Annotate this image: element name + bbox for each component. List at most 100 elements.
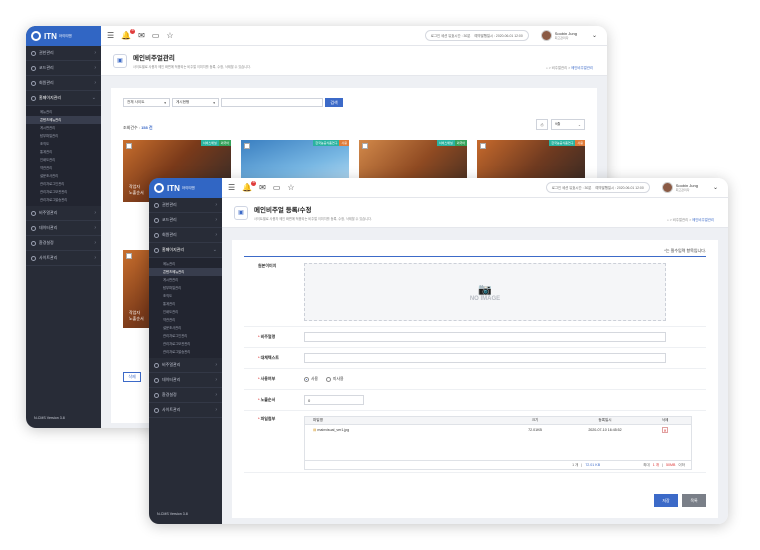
search-button[interactable]: 검색 xyxy=(325,98,343,107)
file-name[interactable]: ▤ mainvisual_ver1.jpg xyxy=(305,428,505,432)
sub-item-stats[interactable]: 통계관리 xyxy=(149,300,222,308)
hamburger-icon[interactable]: ☰ xyxy=(107,31,114,40)
sidebar-item-visual[interactable]: 비주얼관리 › xyxy=(26,206,101,221)
sub-item-board[interactable]: 게시판관리 xyxy=(149,276,222,284)
sub-item-attach[interactable]: 탐부파일관리 xyxy=(26,132,101,140)
sidebar-item-visual[interactable]: 비주얼관리 › xyxy=(149,358,222,373)
thumb-checkbox[interactable] xyxy=(362,143,368,149)
sub-item-attach[interactable]: 탐부파일관리 xyxy=(149,284,222,292)
brand-sub: 아이티엔 xyxy=(181,185,195,190)
crumb-mid[interactable]: 비주얼관리 xyxy=(673,218,689,222)
sub-item-print[interactable]: 인쇄도관리 xyxy=(149,308,222,316)
sub-item-terms[interactable]: 약관관리 xyxy=(26,164,101,172)
sub-item-org[interactable]: 조직도 xyxy=(149,292,222,300)
version-text: N-CMS Version 3.8 xyxy=(157,512,188,516)
main-content: ▣ 메인비주얼 등록/수정 사이트별로 사용자 메인 화면에 적용되는 비주얼 … xyxy=(222,198,728,524)
sub-item-survey[interactable]: 설문조사관리 xyxy=(149,324,222,332)
sidebar-item-settings[interactable]: 환경설정 › xyxy=(149,388,222,403)
hamburger-icon[interactable]: ☰ xyxy=(228,183,235,192)
site-select[interactable]: 전체 사이트 ▾ xyxy=(123,98,170,107)
order-input[interactable]: 0 xyxy=(304,395,364,405)
brand-logo[interactable]: ITN 아이티엔 xyxy=(149,178,222,198)
chevron-right-icon: › xyxy=(215,202,217,208)
search-input[interactable] xyxy=(221,98,323,107)
sidebar-item-auth[interactable]: 권한관리 › xyxy=(26,46,101,61)
sidebar-item-site[interactable]: 사이트관리 › xyxy=(26,251,101,266)
sidebar-item-member[interactable]: 회원관리 › xyxy=(149,228,222,243)
sidebar-item-homepage[interactable]: 홈페이지관리 ⌄ xyxy=(26,91,101,106)
image-icon: ▣ xyxy=(113,53,127,68)
sidebar-item-settings[interactable]: 환경설정 › xyxy=(26,236,101,251)
chevron-right-icon: › xyxy=(215,362,217,368)
delete-icon[interactable]: ✕ xyxy=(662,427,668,433)
page-size-select[interactable]: 9줄 ⌄ xyxy=(551,119,585,130)
print-icon[interactable]: ⎙ xyxy=(536,119,548,130)
thumb-checkbox[interactable] xyxy=(480,143,486,149)
sub-item-print[interactable]: 인쇄도관리 xyxy=(26,156,101,164)
star-icon[interactable]: ☆ xyxy=(166,31,173,40)
alt-text-input[interactable] xyxy=(304,353,666,363)
label-alt-text: *대체텍스트 xyxy=(244,355,304,361)
chevron-down-icon[interactable]: ⌄ xyxy=(592,32,597,39)
save-button[interactable]: 저장 xyxy=(654,494,678,507)
sub-item-content-menu[interactable]: 콘텐츠메뉴관리 xyxy=(149,268,222,276)
sidebar-item-auth[interactable]: 권한관리 › xyxy=(149,198,222,213)
sub-item-menu[interactable]: 메뉴관리 xyxy=(149,260,222,268)
bell-icon[interactable]: 🔔 8 xyxy=(121,28,136,40)
label-text: 비주얼명 xyxy=(260,334,276,339)
use-no-radio[interactable]: 미사용 xyxy=(326,376,344,382)
user-menu[interactable]: Soobin Jung 최고관리자 ⌄ xyxy=(540,30,597,41)
brand-logo[interactable]: ITN 아이티엔 xyxy=(26,26,101,46)
sub-item-org[interactable]: 조직도 xyxy=(26,140,101,148)
sidebar-item-data[interactable]: 데이터관리 › xyxy=(149,373,222,388)
sidebar-item-label: 코드관리 xyxy=(39,65,54,70)
sidebar-item-code[interactable]: 코드관리 › xyxy=(149,213,222,228)
separator: | xyxy=(662,463,663,467)
mail-icon[interactable]: ✉ xyxy=(259,183,266,192)
sub-item-logkeep[interactable]: 관리자로그보관관리 xyxy=(149,340,222,348)
star-icon[interactable]: ☆ xyxy=(287,183,294,192)
bell-icon[interactable]: 🔔 8 xyxy=(242,180,257,192)
user-menu[interactable]: Soobin Jung 최고관리자 ⌄ xyxy=(661,182,718,193)
thumb-checkbox[interactable] xyxy=(244,143,250,149)
sub-item-board[interactable]: 게시판관리 xyxy=(26,124,101,132)
delete-button[interactable]: 삭제 xyxy=(123,372,141,382)
mail-icon[interactable]: ✉ xyxy=(138,31,145,40)
list-button[interactable]: 목록 xyxy=(682,494,706,507)
crumb-mid[interactable]: 비주얼관리 xyxy=(552,66,568,70)
monitor-icon[interactable]: ▭ xyxy=(273,183,281,192)
monitor-icon[interactable]: ▭ xyxy=(152,31,160,40)
radio-label: 미사용 xyxy=(333,376,344,381)
sidebar-item-member[interactable]: 회원관리 › xyxy=(26,76,101,91)
thumb-checkbox[interactable] xyxy=(126,143,132,149)
sub-item-logkeep[interactable]: 관리자로그보관관리 xyxy=(26,188,101,196)
session-pill: 로그인 세션 유효시간 : 30분 예약발행일시 : 2020-06-01 12:… xyxy=(545,182,650,193)
sub-item-survey[interactable]: 설문조사관리 xyxy=(26,172,101,180)
field-select[interactable]: 게시현행 ▾ xyxy=(172,98,219,107)
sidebar-item-code[interactable]: 코드관리 › xyxy=(26,61,101,76)
sidebar-item-homepage[interactable]: 홈페이지관리 ⌄ xyxy=(149,243,222,258)
sub-item-terms[interactable]: 약관관리 xyxy=(149,316,222,324)
chevron-right-icon: › xyxy=(94,225,96,231)
thumb-checkbox[interactable] xyxy=(126,253,132,259)
chevron-down-icon[interactable]: ⌄ xyxy=(713,184,718,191)
sidebar-item-data[interactable]: 데이터관리 › xyxy=(26,221,101,236)
radio-icon xyxy=(326,376,331,382)
folder-icon xyxy=(154,247,159,253)
sub-item-logsend[interactable]: 관리자로그발송관리 xyxy=(149,348,222,356)
image-preview[interactable]: 📷 NO IMAGE xyxy=(304,263,666,321)
col-filename: 파일명 xyxy=(313,418,323,422)
sidebar-item-label: 환경설정 xyxy=(39,240,54,245)
label-text: 파일첨부 xyxy=(260,416,276,421)
sub-item-menu[interactable]: 메뉴관리 xyxy=(26,108,101,116)
sub-item-login[interactable]: 관리자로그인관리 xyxy=(26,180,101,188)
sub-item-login[interactable]: 관리자로그인관리 xyxy=(149,332,222,340)
use-yes-radio[interactable]: 사용 xyxy=(304,376,318,382)
sub-item-logsend[interactable]: 관리자로그발송관리 xyxy=(26,196,101,204)
sidebar-item-label: 데이터관리 xyxy=(39,225,58,230)
sidebar-item-site[interactable]: 사이트관리 › xyxy=(149,403,222,418)
visual-name-input[interactable] xyxy=(304,332,666,342)
chevron-right-icon: › xyxy=(94,65,96,71)
sub-item-content-menu[interactable]: 콘텐츠메뉴관리 xyxy=(26,116,101,124)
sub-item-stats[interactable]: 통계관리 xyxy=(26,148,101,156)
